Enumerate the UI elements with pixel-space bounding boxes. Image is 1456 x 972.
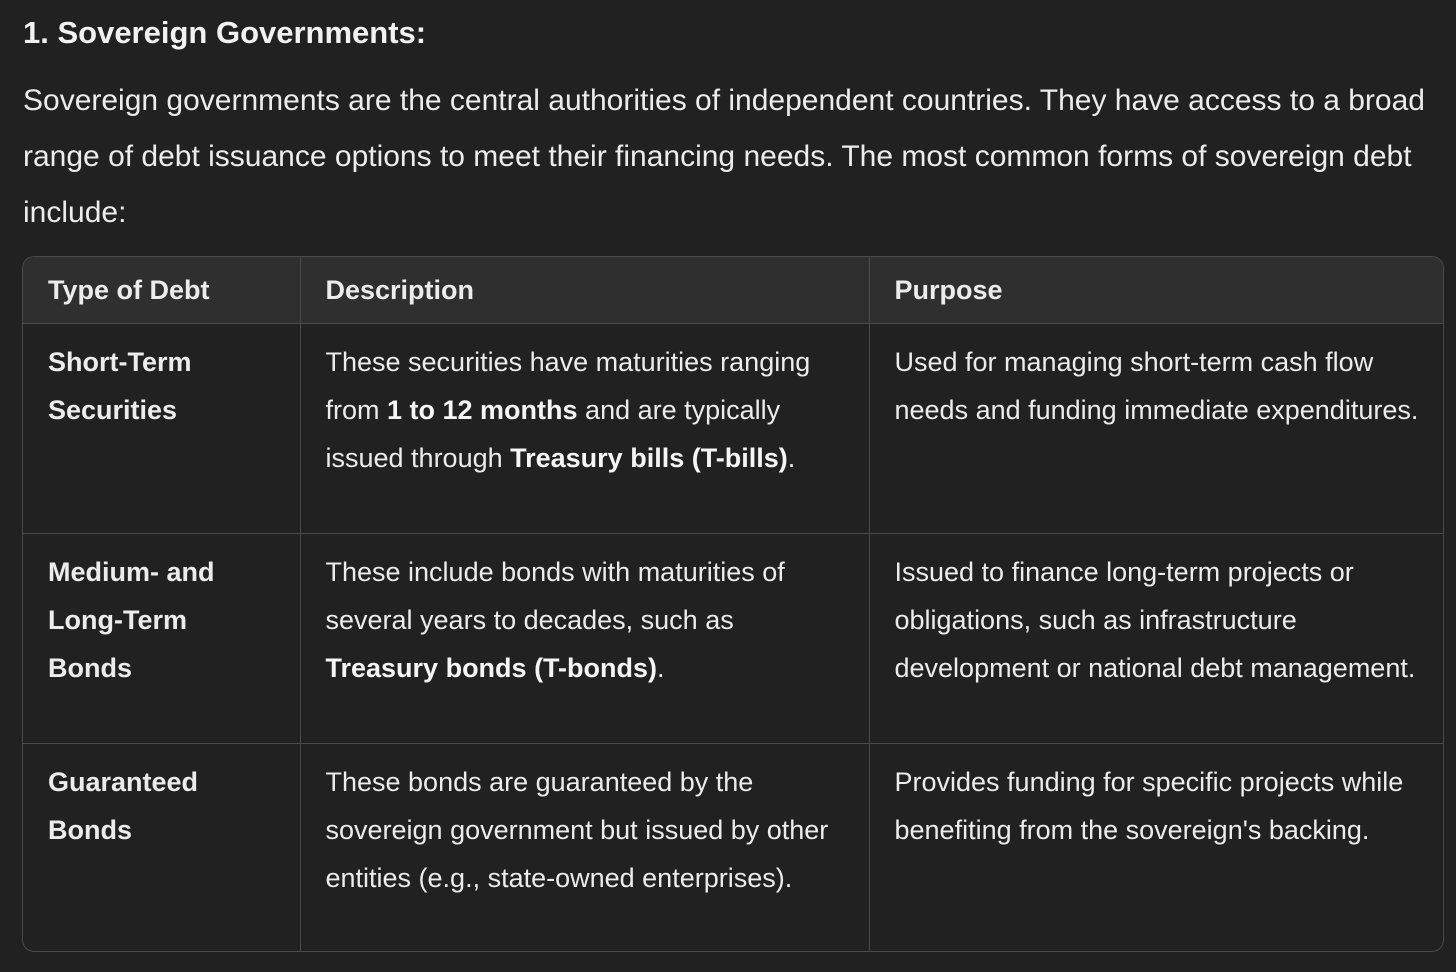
- description-bold-text: Treasury bonds (T-bonds): [325, 652, 658, 683]
- purpose-cell: Used for managing short-term cash flow n…: [869, 323, 1443, 534]
- type-cell: Guaranteed Bonds: [23, 743, 301, 951]
- header-description: Description: [300, 257, 870, 324]
- description-text: .: [787, 442, 796, 473]
- description-cell: These bonds are guaranteed by the sovere…: [300, 743, 870, 951]
- purpose-cell: Provides funding for specific projects w…: [894, 766, 1404, 845]
- description-cell: These securities have maturities ranging…: [300, 323, 870, 534]
- description-text: .: [657, 652, 665, 683]
- section-heading: 1. Sovereign Governments:: [23, 15, 427, 50]
- description-bold-text: Treasury bills (T-bills): [510, 442, 788, 473]
- description-cell: These include bonds with maturities of s…: [300, 533, 870, 744]
- description-bold-text: 1 to 12 months: [387, 394, 578, 425]
- header-type-of-debt: Type of Debt: [23, 257, 301, 324]
- table-header-row: Type of Debt Description Purpose: [23, 257, 1443, 324]
- purpose-cell: Issued to finance long-term projects or …: [869, 533, 1443, 744]
- type-cell: Medium- and Long-Term Bonds: [23, 533, 301, 744]
- table-row: Guaranteed Bonds These bonds are guarant…: [23, 743, 1443, 951]
- type-cell: Short-Term Securities: [23, 323, 301, 534]
- table-row: Medium- and Long-Term Bonds These includ…: [23, 533, 1443, 744]
- intro-paragraph: Sovereign governments are the central au…: [23, 84, 1425, 229]
- debt-types-table: Type of Debt Description Purpose Short-T…: [22, 256, 1444, 952]
- header-purpose: Purpose: [869, 257, 1443, 324]
- table-row: Short-Term Securities These securities h…: [23, 323, 1443, 534]
- description-text: These include bonds with maturities of s…: [325, 556, 785, 635]
